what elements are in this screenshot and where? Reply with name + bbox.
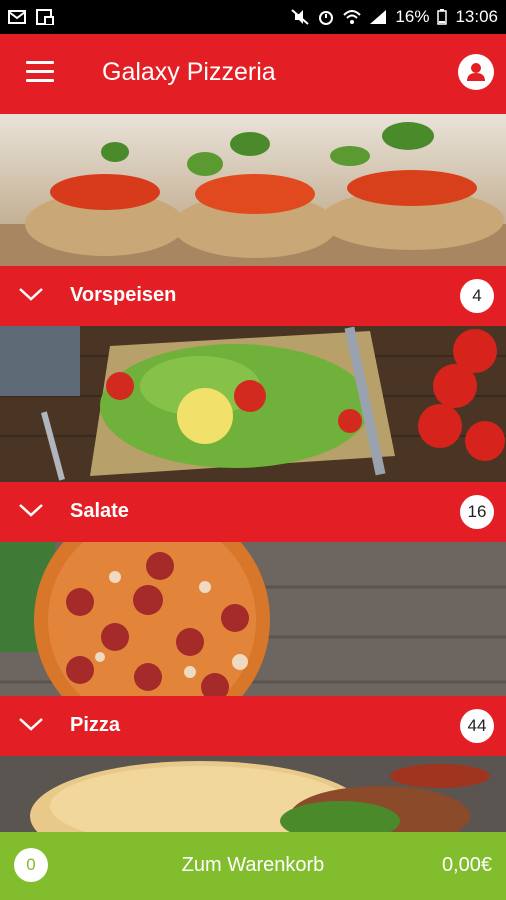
app-bar: Galaxy Pizzeria xyxy=(0,34,506,114)
chevron-down-icon xyxy=(19,504,43,517)
category-count-badge: 4 xyxy=(460,279,494,313)
bruschetta-image xyxy=(0,114,506,266)
category-vorspeisen[interactable]: Vorspeisen 4 xyxy=(0,266,506,326)
mute-icon xyxy=(291,9,310,25)
chevron-down-icon xyxy=(19,288,43,301)
battery-icon xyxy=(437,9,448,25)
status-bar-right: 16% 13:06 xyxy=(291,7,498,27)
user-icon xyxy=(467,63,485,81)
cart-total: 0,00€ xyxy=(441,854,492,876)
status-bar: 16% 13:06 xyxy=(0,0,506,34)
category-label: Salate xyxy=(70,500,129,522)
wifi-icon xyxy=(343,10,362,24)
alarm-icon xyxy=(319,11,334,25)
clock: 13:06 xyxy=(455,7,498,26)
hamburger-menu-icon[interactable] xyxy=(26,61,54,83)
pizza-photo xyxy=(0,542,506,696)
app-title: Galaxy Pizzeria xyxy=(102,58,276,86)
image-icon xyxy=(36,9,54,25)
status-bar-left xyxy=(8,9,54,25)
category-label: Vorspeisen xyxy=(70,284,177,306)
cart-bar[interactable]: 0 Zum Warenkorb 0,00€ xyxy=(0,832,506,900)
next-category-image[interactable] xyxy=(0,756,506,832)
category-pizza[interactable]: Pizza 44 xyxy=(0,696,506,756)
mail-icon xyxy=(8,10,26,24)
calzone-image xyxy=(0,756,506,832)
battery-percent: 16% xyxy=(395,7,430,26)
pizza-image[interactable] xyxy=(0,542,506,696)
salad-image xyxy=(0,326,506,482)
category-label: Pizza xyxy=(70,714,121,736)
profile-button[interactable] xyxy=(458,54,494,90)
cart-button-label[interactable]: Zum Warenkorb xyxy=(0,854,506,877)
category-count-badge: 44 xyxy=(460,709,494,743)
signal-icon xyxy=(370,10,387,24)
chevron-down-icon xyxy=(19,718,43,731)
salate-image[interactable] xyxy=(0,326,506,482)
vorspeisen-image[interactable] xyxy=(0,114,506,266)
category-count-badge: 16 xyxy=(460,495,494,529)
category-salate[interactable]: Salate 16 xyxy=(0,482,506,542)
